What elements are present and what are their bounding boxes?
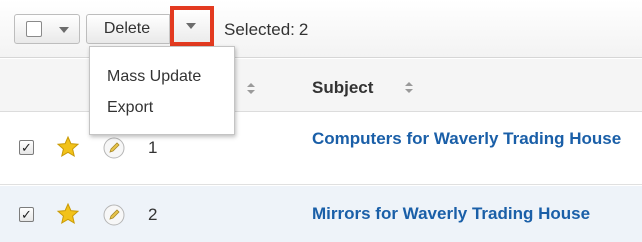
subject-link[interactable]: Mirrors for Waverly Trading House [312, 204, 642, 224]
selected-count: 2 [298, 20, 309, 39]
subject-link[interactable]: Computers for Waverly Trading House [312, 129, 632, 149]
delete-button[interactable]: Delete [86, 14, 172, 44]
menu-item-mass-update[interactable]: Mass Update [107, 68, 201, 86]
favorite-star-icon[interactable] [56, 202, 80, 226]
column-header-subject[interactable]: Subject [312, 78, 373, 98]
selected-label: Selected: [224, 20, 295, 39]
select-all-dropdown[interactable] [14, 14, 80, 44]
row-number: 1 [148, 138, 158, 157]
menu-item-export[interactable]: Export [107, 99, 153, 117]
sort-icon[interactable] [405, 82, 413, 94]
row-number: 2 [148, 205, 158, 224]
favorite-star-icon[interactable] [56, 135, 80, 159]
selected-count-text: Selected: 2 [220, 20, 308, 40]
chevron-down-icon [186, 23, 196, 29]
edit-pencil-icon[interactable] [103, 137, 125, 159]
row-checkbox[interactable]: ✓ [19, 207, 34, 222]
actions-dropdown-toggle[interactable] [170, 6, 214, 46]
sort-icon[interactable] [247, 83, 255, 95]
chevron-down-icon[interactable] [59, 27, 69, 33]
table-row: ✓ 2 Mirrors for Waverly Trading House [0, 186, 642, 242]
row-checkbox[interactable]: ✓ [19, 140, 34, 155]
actions-dropdown-menu: Mass Update Export [89, 46, 235, 135]
delete-button-label: Delete [103, 20, 151, 37]
checkbox-icon[interactable] [26, 21, 42, 37]
edit-pencil-icon[interactable] [103, 204, 125, 226]
